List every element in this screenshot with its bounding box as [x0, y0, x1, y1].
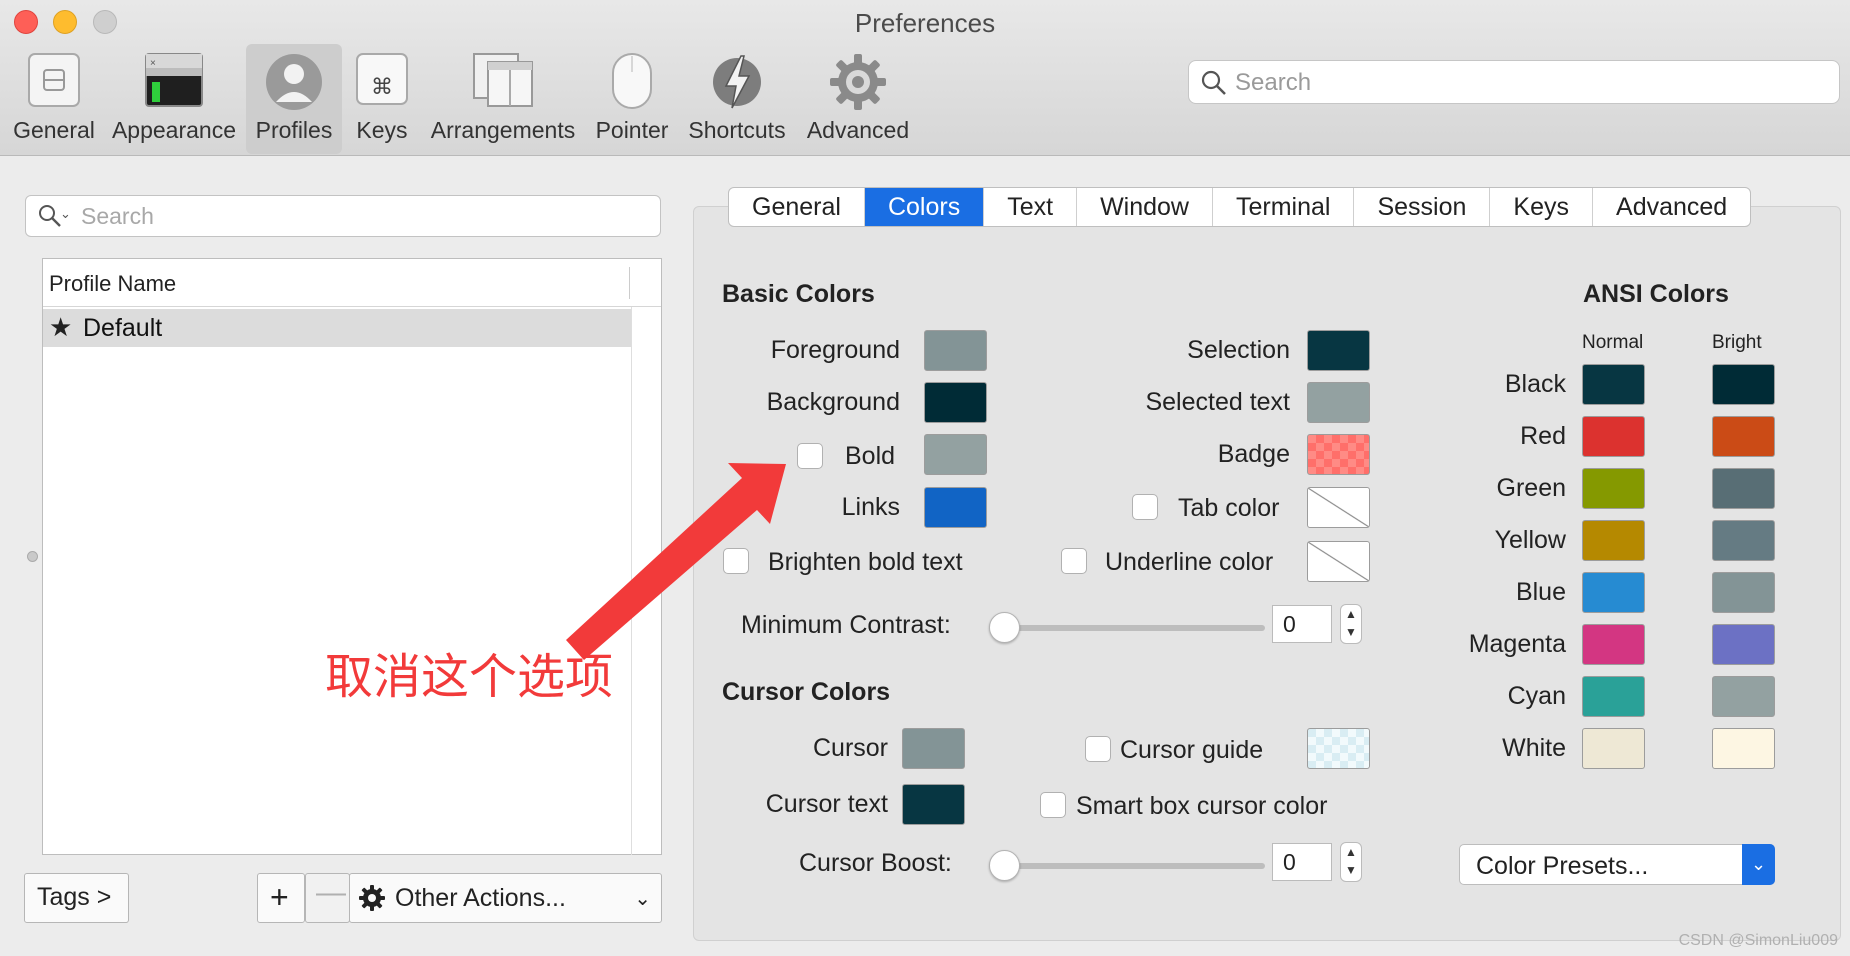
annotation-text: 取消这个选项 [325, 651, 614, 704]
preferences-window: Preferences General × Appearance Profile… [0, 0, 1850, 956]
watermark: CSDN @SimonLiu009 [1678, 932, 1838, 949]
annotation-arrow [566, 463, 786, 660]
